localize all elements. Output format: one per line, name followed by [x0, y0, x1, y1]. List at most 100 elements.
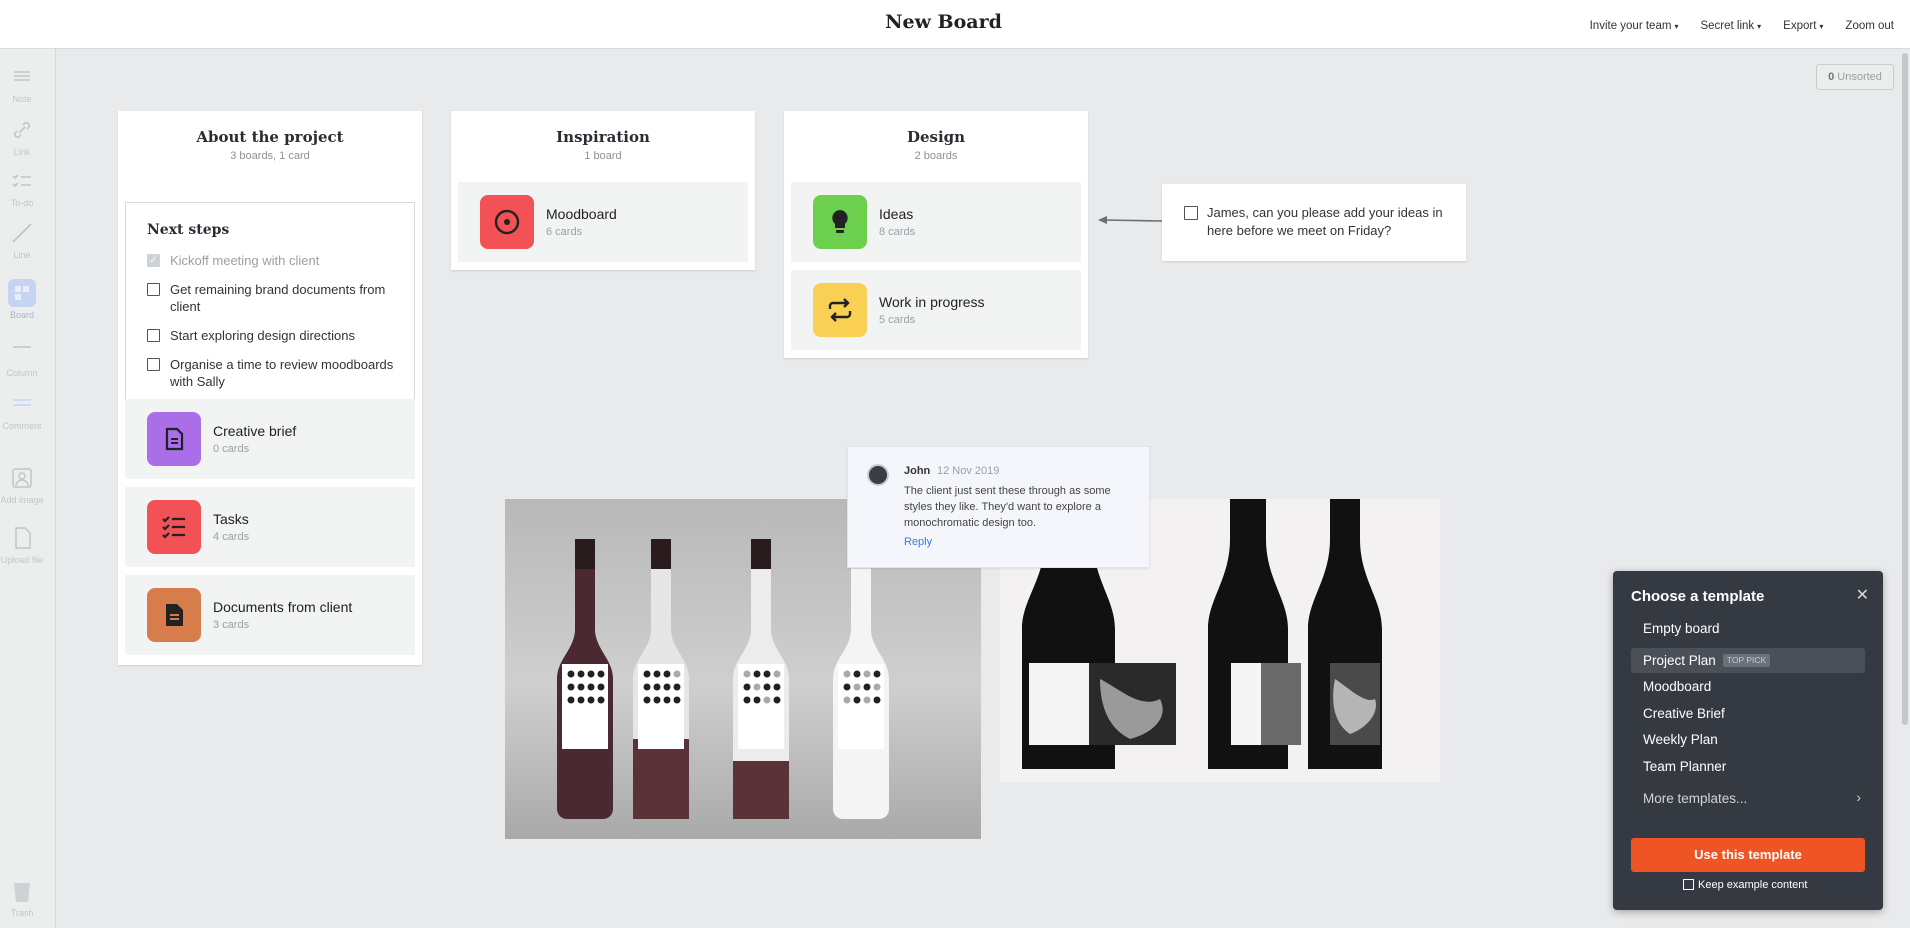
board-card-ideas[interactable]: Ideas 8 cards	[791, 182, 1081, 262]
checkbox[interactable]	[147, 358, 160, 371]
board-name: Work in progress	[879, 294, 985, 310]
keep-example-content-option[interactable]: Keep example content	[1683, 879, 1807, 891]
repeat-icon	[813, 283, 867, 337]
comment-card[interactable]: John 12 Nov 2019 The client just sent th…	[847, 446, 1150, 568]
canvas-scrollbar[interactable]	[1902, 53, 1908, 725]
checkbox[interactable]	[1683, 879, 1694, 890]
tool-todo-label: To-do	[10, 198, 34, 208]
trash-icon	[14, 883, 30, 902]
tool-note-label: Note	[12, 94, 32, 104]
tool-add-image[interactable]: Add image	[0, 464, 44, 505]
chevron-down-icon: ▾	[1819, 22, 1824, 31]
tool-note[interactable]: Note	[0, 63, 44, 104]
column-design[interactable]: Design 2 boards Ideas 8 cards Work in pr…	[784, 111, 1088, 358]
invite-team-label: Invite your team	[1589, 20, 1672, 32]
todo-title: Next steps	[147, 222, 230, 238]
todo-item[interactable]: ✓ Kickoff meeting with client	[147, 252, 397, 269]
column-title: About the project	[196, 128, 344, 146]
link-icon	[13, 121, 31, 139]
top-bar: New Board Invite your team ▾ Secret link ▾…	[0, 0, 1910, 49]
zoom-out-button[interactable]: Zoom out	[1845, 20, 1894, 32]
board-card-tasks[interactable]: Tasks 4 cards	[125, 487, 415, 567]
board-count: 3 cards	[213, 619, 250, 631]
template-option[interactable]: Creative Brief	[1631, 701, 1865, 726]
todo-item[interactable]: Organise a time to review moodboards wit…	[147, 356, 397, 390]
use-template-button[interactable]: Use this template	[1631, 838, 1865, 872]
checkbox[interactable]	[147, 283, 160, 296]
more-templates-link[interactable]: More templates...	[1643, 791, 1747, 806]
avatar	[867, 464, 889, 486]
template-option[interactable]: Weekly Plan	[1631, 727, 1865, 752]
tool-column[interactable]: Column	[0, 337, 44, 378]
tool-board-label: Board	[9, 310, 35, 320]
comment-body: The client just sent these through as so…	[904, 485, 1111, 529]
template-option[interactable]: Empty board	[1631, 616, 1865, 641]
checklist-icon	[147, 500, 201, 554]
column-subtitle: 2 boards	[914, 150, 958, 162]
close-icon[interactable]: ✕	[1856, 585, 1869, 605]
todo-text: Organise a time to review moodboards wit…	[170, 357, 394, 389]
board-card-documents[interactable]: Documents from client 3 cards	[125, 575, 415, 655]
reply-link[interactable]: Reply	[904, 536, 932, 548]
todo-text: Kickoff meeting with client	[170, 253, 320, 268]
board-card-work-in-progress[interactable]: Work in progress 5 cards	[791, 270, 1081, 350]
template-chooser-panel: Choose a template ✕ Empty board Project …	[1613, 571, 1883, 910]
board-name: Ideas	[879, 206, 914, 222]
document-icon	[147, 412, 201, 466]
invite-team-menu[interactable]: Invite your team ▾	[1590, 20, 1679, 32]
export-menu[interactable]: Export ▾	[1783, 20, 1823, 32]
checkbox-checked[interactable]: ✓	[147, 254, 160, 267]
tool-todo[interactable]: To-do	[0, 167, 44, 208]
unsorted-counter[interactable]: 0 Unsorted	[1816, 64, 1894, 90]
column-title: Design	[906, 128, 966, 146]
tool-upload-file[interactable]: Upload file	[0, 524, 44, 565]
board-card-moodboard[interactable]: Moodboard 6 cards	[458, 182, 748, 262]
board-name: Tasks	[213, 511, 249, 527]
todo-item[interactable]: Start exploring design directions	[147, 327, 397, 344]
todo-icon	[12, 174, 31, 188]
unsorted-label: Unsorted	[1837, 71, 1882, 83]
target-icon	[480, 195, 534, 249]
tool-comment-label: Comment	[2, 421, 42, 431]
column-about-project[interactable]: About the project 3 boards, 1 card Next …	[118, 111, 422, 665]
checkbox[interactable]	[1184, 206, 1198, 220]
column-subtitle: 1 board	[584, 150, 622, 162]
board-count: 5 cards	[879, 314, 916, 326]
board-card-creative-brief[interactable]: Creative brief 0 cards	[125, 399, 415, 479]
board-count: 8 cards	[879, 226, 916, 238]
keep-example-label: Keep example content	[1698, 879, 1808, 891]
chevron-right-icon[interactable]: ›	[1856, 789, 1861, 805]
todo-text: Start exploring design directions	[170, 328, 355, 343]
file-icon	[147, 588, 201, 642]
tool-link-label: Link	[13, 147, 31, 157]
template-option[interactable]: Team Planner	[1631, 754, 1865, 779]
unsorted-count: 0	[1828, 71, 1835, 83]
todo-list-card[interactable]: Next steps ✓ Kickoff meeting with client …	[125, 202, 415, 412]
template-option-selected[interactable]: Project Plan TOP PICK	[1631, 648, 1865, 673]
checkbox[interactable]	[147, 329, 160, 342]
note-text: James, can you please add your ideas in …	[1207, 205, 1443, 238]
todo-item[interactable]: Get remaining brand documents from clien…	[147, 281, 397, 315]
chevron-down-icon: ▾	[1674, 22, 1679, 31]
tool-comment[interactable]: Comment	[0, 390, 44, 431]
note-icon	[14, 71, 30, 81]
comment-author: John	[904, 465, 931, 477]
column-subtitle: 3 boards, 1 card	[230, 150, 310, 162]
note-card[interactable]: James, can you please add your ideas in …	[1162, 184, 1466, 261]
column-inspiration[interactable]: Inspiration 1 board Moodboard 6 cards	[451, 111, 755, 270]
tool-add-image-label: Add image	[0, 495, 44, 505]
tool-board[interactable]: Board	[0, 279, 44, 320]
tool-link[interactable]: Link	[0, 116, 44, 157]
top-pick-badge: TOP PICK	[1722, 654, 1771, 667]
comment-icon	[13, 399, 31, 406]
top-nav: Invite your team ▾ Secret link ▾ Export ▾ Z…	[1590, 20, 1894, 32]
connector-arrow[interactable]	[1090, 210, 1170, 230]
todo-text: Get remaining brand documents from clien…	[170, 282, 386, 314]
column-icon	[13, 346, 31, 348]
chevron-down-icon: ▾	[1757, 22, 1762, 31]
tool-line[interactable]: Line	[0, 219, 44, 260]
secret-link-menu[interactable]: Secret link ▾	[1700, 20, 1761, 32]
trash-label: Trash	[10, 908, 34, 918]
template-option[interactable]: Moodboard	[1631, 674, 1865, 699]
trash[interactable]: Trash	[0, 877, 44, 918]
